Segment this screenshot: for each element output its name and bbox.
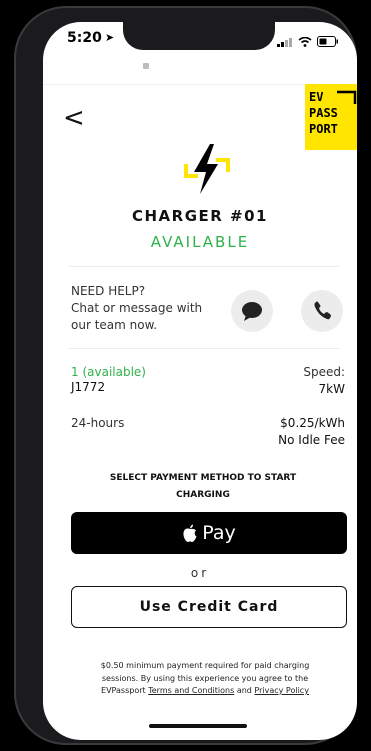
charger-status: AVAILABLE [150,233,250,251]
divider [69,266,339,267]
phone-frame: 5:20 ➤ < EV PASS PORT CHARGER #01 AVAILA… [14,6,357,745]
status-time: 5:20 [67,30,102,46]
apple-pay-button[interactable]: Pay [71,512,347,554]
wifi-icon [298,32,312,51]
chat-bubble-icon [242,302,262,321]
evpassport-logo: EV PASS PORT [305,84,357,150]
help-title: NEED HELP? [71,284,146,298]
charger-bolt-icon [180,142,234,196]
payment-instruction: SELECT PAYMENT METHOD TO START CHARGING [109,473,297,500]
speed-label: Speed: [303,365,345,379]
price: $0.25/kWh [280,416,345,430]
help-subtitle: Chat or message with our team now. [71,301,203,332]
back-button[interactable]: < [63,105,85,131]
connector-type: J1772 [71,380,106,394]
credit-card-button[interactable]: Use Credit Card [71,586,347,628]
logo-bracket-icon [337,90,357,104]
status-icons [277,32,339,51]
notch [123,22,275,50]
call-button[interactable] [301,290,343,332]
lock-icon [143,63,149,69]
availability-count: 1 (available) [71,365,146,379]
home-indicator[interactable] [149,724,247,728]
footer-disclaimer: $0.50 minimum payment required for paid … [91,660,319,698]
footer-and: and [236,686,252,695]
terms-link[interactable]: Terms and Conditions [148,686,234,695]
hours: 24-hours [71,416,125,430]
chat-button[interactable] [231,290,273,332]
battery-icon [317,32,339,51]
phone-screen: 5:20 ➤ < EV PASS PORT CHARGER #01 AVAILA… [43,22,357,740]
signal-icon [277,32,293,51]
location-arrow-icon: ➤ [105,31,115,44]
charger-title: CHARGER #01 [132,207,268,225]
browser-url-bar [43,52,357,85]
phone-icon [314,301,331,320]
or-separator: or [190,566,210,580]
speed-value: 7kW [318,382,345,396]
privacy-link[interactable]: Privacy Policy [254,686,309,695]
apple-icon [183,524,197,542]
apple-pay-label: Pay [202,522,236,544]
divider [69,348,339,349]
idle-fee: No Idle Fee [278,433,345,447]
